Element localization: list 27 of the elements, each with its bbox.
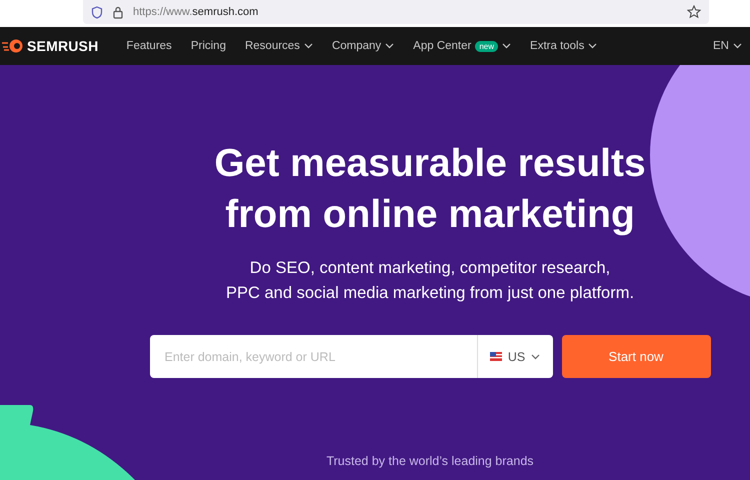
chevron-down-icon — [531, 354, 540, 360]
hero-headline: Get measurable results from online marketing — [213, 141, 647, 238]
nav-link[interactable]: Features — [126, 40, 172, 52]
lock-icon — [113, 6, 123, 18]
chevron-down-icon — [385, 43, 394, 49]
chevron-down-icon — [733, 43, 742, 49]
hero-subtitle: Do SEO, content marketing, competitor research, PPC and social media marketing from just one platform. — [226, 258, 634, 304]
country-code: US — [508, 350, 526, 364]
nav-link[interactable]: Pricing — [190, 40, 226, 52]
url-text: https://www.semrush.com — [133, 6, 260, 18]
nav-link[interactable]: Company — [332, 40, 394, 52]
nav-link[interactable]: App Center new — [413, 40, 512, 52]
trusted-text: Trusted by the world’s leading brands — [326, 454, 534, 468]
chevron-down-icon — [502, 43, 512, 49]
nav-link[interactable]: Resources — [244, 40, 313, 52]
country-selector[interactable]: US — [476, 335, 552, 378]
language-selector[interactable]: EN — [713, 40, 742, 52]
new-badge: new — [475, 40, 498, 52]
us-flag-icon — [490, 352, 502, 361]
nav-link[interactable]: Extra tools — [530, 40, 598, 52]
chevron-down-icon — [304, 43, 313, 49]
address-bar[interactable]: https://www.semrush.com — [83, 0, 709, 24]
star-icon[interactable] — [687, 5, 701, 19]
chevron-down-icon — [588, 43, 598, 49]
search-field[interactable]: Enter domain, keyword or URL US — [150, 335, 552, 378]
shield-icon — [91, 6, 103, 18]
logo-text: SEMRUSH — [27, 38, 98, 54]
